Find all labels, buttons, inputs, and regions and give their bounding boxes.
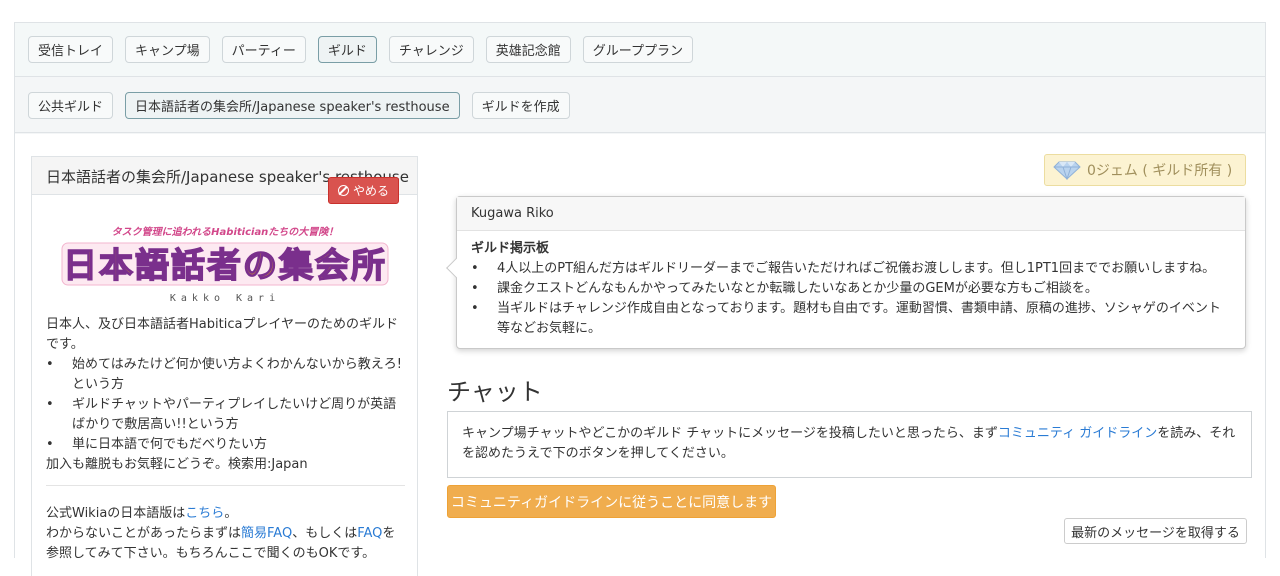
guild-description: 日本人、及び日本語話者Habiticaプレイヤーのためのギルドです。 • 始めては…: [46, 315, 406, 475]
list-item: • 当ギルドはチャレンジ作成自由となっております。題材も自由です。運動習慣、書類申…: [471, 301, 1221, 336]
leave-guild-button[interactable]: やめる: [328, 177, 399, 204]
list-item: • 始めてはみたけど何か使い方よくわかんないから教えろ!という方: [46, 357, 402, 392]
guild-intro: 日本人、及び日本語話者Habiticaプレイヤーのためのギルドです。: [46, 317, 399, 352]
chat-guidelines-notice: キャンプ場チャットやどこかのギルド チャットにメッセージを投稿したいと思ったら、…: [447, 411, 1252, 478]
guild-page-frame: 受信トレイ キャンプ場 パーティー ギルド チャレンジ 英雄記念館 グループプラ…: [14, 22, 1266, 576]
list-item: • ギルドチャットやパーティプレイしたいけど周りが英語ばかりで敷居高い!!という方: [46, 397, 397, 432]
tab-challenges[interactable]: チャレンジ: [388, 36, 474, 63]
guild-logo: タスク管理に追われるHabiticianたちの大冒険！ 日本語話者の集会所 Ka…: [61, 226, 389, 304]
fetch-messages-button[interactable]: 最新のメッセージを取得する: [1064, 518, 1247, 544]
simple-faq-link[interactable]: 簡易FAQ: [241, 526, 292, 541]
list-item: • 4人以上のPT組んだ方はギルドリーダーまでご報告いただければご祝儀お渡しします…: [471, 261, 1216, 276]
guild-outro: 加入も離脱もお気軽にどうぞ。検索用:Japan: [46, 457, 308, 472]
tab-party[interactable]: パーティー: [221, 36, 306, 63]
logo-credit: Kakko Kari: [170, 293, 280, 304]
wiki-link[interactable]: こちら: [185, 506, 224, 521]
tab-group-plans[interactable]: グループプラン: [582, 36, 694, 63]
popover-author: Kugawa Riko: [457, 197, 1245, 231]
guild-resources: 公式Wikiaの日本語版はこちら。 わからないことがあったらまずは簡易FAQ、も…: [46, 506, 396, 561]
guild-gems-badge: 0ジェム ( ギルド所有 ): [1044, 154, 1246, 186]
list-item: • 課金クエストどんなもんかやってみたいなとか転職したいなあとか少量のGEMが必要…: [471, 281, 1098, 296]
subtab-current-guild[interactable]: 日本語話者の集会所/Japanese speaker's resthouse: [125, 91, 460, 119]
guild-subnav: 公共ギルド 日本語話者の集会所/Japanese speaker's resth…: [15, 78, 1265, 133]
logo-tagline: タスク管理に追われるHabiticianたちの大冒険！: [112, 226, 339, 238]
divider: [46, 485, 405, 486]
ban-icon: [337, 185, 349, 196]
tab-tavern[interactable]: キャンプ場: [125, 36, 210, 63]
gems-label: 0ジェム ( ギルド所有 ): [1087, 163, 1233, 179]
gem-icon: [1053, 161, 1081, 180]
guild-board-popover: Kugawa Riko ギルド掲示板 • 4人以上のPT組んだ方はギルドリーダーま…: [446, 196, 1246, 349]
faq-link[interactable]: FAQ: [357, 526, 382, 541]
subtab-public-guilds[interactable]: 公共ギルド: [28, 91, 114, 119]
tab-guilds[interactable]: ギルド: [317, 36, 377, 63]
tab-inbox[interactable]: 受信トレイ: [28, 36, 114, 63]
list-item: • 単に日本語で何でもだべりたい方: [46, 437, 268, 452]
community-guidelines-link[interactable]: コミュニティ ガイドライン: [998, 426, 1157, 441]
logo-text: 日本語話者の集会所: [63, 246, 387, 286]
guild-content: 日本語話者の集会所/Japanese speaker's resthouse や…: [15, 134, 1265, 576]
leave-guild-label: やめる: [352, 184, 389, 198]
popover-body: ギルド掲示板 • 4人以上のPT組んだ方はギルドリーダーまでご報告いただければご祝…: [457, 231, 1245, 339]
chat-title: チャット: [447, 378, 543, 406]
agree-guidelines-button[interactable]: コミュニティガイドラインに従うことに同意します: [447, 485, 776, 518]
subtab-create-guild[interactable]: ギルドを作成: [471, 91, 570, 119]
board-title: ギルド掲示板: [471, 241, 550, 256]
main-nav: 受信トレイ キャンプ場 パーティー ギルド チャレンジ 英雄記念館 グループプラ…: [15, 23, 1265, 77]
tab-hall-of-heroes[interactable]: 英雄記念館: [485, 36, 571, 63]
guild-info-card: 日本語話者の集会所/Japanese speaker's resthouse や…: [31, 156, 418, 576]
